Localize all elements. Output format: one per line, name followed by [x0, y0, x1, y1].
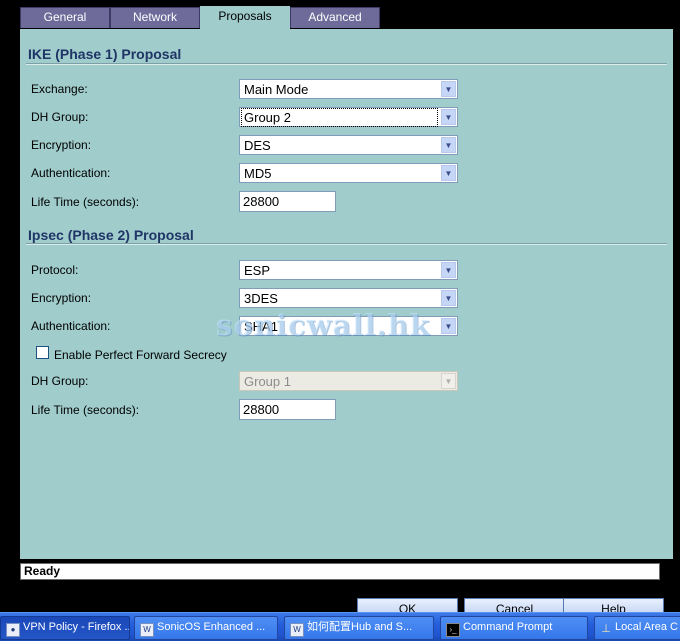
ipsec-protocol-select[interactable]: ESP ▼: [239, 260, 458, 280]
chevron-down-icon[interactable]: ▼: [441, 318, 456, 334]
chevron-down-icon[interactable]: ▼: [441, 81, 456, 97]
taskbar-item-label: SonicOS Enhanced ...: [157, 621, 266, 633]
taskbar-item-label: Command Prompt: [463, 621, 553, 633]
ipsec-authentication-label: Authentication:: [31, 319, 111, 333]
taskbar-item-word-sonicos[interactable]: W SonicOS Enhanced ...: [134, 616, 278, 640]
ipsec-encryption-label: Encryption:: [31, 291, 92, 305]
ike-lifetime-value: 28800: [243, 194, 280, 209]
proposals-panel: IKE (Phase 1) Proposal Exchange: Main Mo…: [20, 29, 673, 559]
chevron-down-icon[interactable]: ▼: [441, 262, 456, 278]
taskbar-item-local-area[interactable]: ⊥ Local Area C: [594, 616, 680, 640]
pfs-checkbox[interactable]: [36, 346, 49, 359]
ike-encryption-select[interactable]: DES ▼: [239, 135, 458, 155]
ipsec-protocol-value: ESP: [244, 263, 271, 278]
ike-section-divider: [26, 63, 667, 65]
chevron-down-icon[interactable]: ▼: [441, 109, 456, 125]
ike-lifetime-input[interactable]: 28800: [239, 191, 336, 212]
status-bar: Ready: [20, 563, 660, 580]
taskbar-item-label: Local Area C: [615, 621, 678, 633]
ipsec-dh-group-select: Group 1 ▼: [239, 371, 458, 391]
ipsec-authentication-select[interactable]: SHA1 ▼: [239, 316, 458, 336]
chevron-down-icon[interactable]: ▼: [441, 290, 456, 306]
taskbar-item-word-hub[interactable]: W 如何配置Hub and S...: [284, 616, 434, 640]
ike-lifetime-label: Life Time (seconds):: [31, 195, 140, 209]
ipsec-lifetime-input[interactable]: 28800: [239, 399, 336, 420]
pfs-label: Enable Perfect Forward Secrecy: [54, 348, 227, 362]
ipsec-lifetime-label: Life Time (seconds):: [31, 403, 140, 417]
tab-proposals[interactable]: Proposals: [200, 6, 290, 30]
ike-encryption-value: DES: [244, 138, 271, 153]
network-connection-icon: ⊥: [601, 623, 611, 635]
taskbar: ● VPN Policy - Firefox ... W SonicOS Enhan…: [0, 612, 680, 641]
ipsec-dh-group-label: DH Group:: [31, 374, 89, 388]
ike-dh-group-label: DH Group:: [31, 110, 89, 124]
ipsec-encryption-value: 3DES: [244, 291, 278, 306]
word-document-icon: W: [290, 623, 304, 637]
ike-exchange-value: Main Mode: [244, 82, 309, 97]
ike-encryption-label: Encryption:: [31, 138, 92, 152]
chevron-down-icon: ▼: [441, 373, 456, 389]
status-text: Ready: [24, 564, 61, 578]
chevron-down-icon[interactable]: ▼: [441, 137, 456, 153]
ipsec-authentication-value: SHA1: [244, 319, 278, 334]
chevron-down-icon[interactable]: ▼: [441, 165, 456, 181]
ipsec-section-divider: [26, 243, 667, 245]
ike-exchange-select[interactable]: Main Mode ▼: [239, 79, 458, 99]
firefox-icon: ●: [6, 623, 20, 637]
ike-dh-group-value: Group 2: [241, 108, 438, 127]
ipsec-encryption-select[interactable]: 3DES ▼: [239, 288, 458, 308]
taskbar-item-label: VPN Policy - Firefox ...: [23, 621, 130, 633]
ipsec-protocol-label: Protocol:: [31, 263, 79, 277]
ipsec-section-title: Ipsec (Phase 2) Proposal: [28, 227, 194, 243]
tab-network[interactable]: Network: [110, 7, 200, 28]
tab-bar: General Network Proposals Advanced: [20, 6, 382, 30]
ipsec-lifetime-value: 28800: [243, 402, 280, 417]
ike-authentication-value: MD5: [244, 166, 272, 181]
taskbar-item-firefox[interactable]: ● VPN Policy - Firefox ...: [0, 616, 130, 640]
ike-section-title: IKE (Phase 1) Proposal: [28, 46, 182, 62]
tab-advanced[interactable]: Advanced: [290, 7, 380, 28]
ike-exchange-label: Exchange:: [31, 82, 88, 96]
tab-general[interactable]: General: [20, 7, 110, 28]
ike-authentication-select[interactable]: MD5 ▼: [239, 163, 458, 183]
word-document-icon: W: [140, 623, 154, 637]
ike-authentication-label: Authentication:: [31, 166, 111, 180]
command-prompt-icon: ›_: [446, 623, 460, 637]
taskbar-item-command-prompt[interactable]: ›_ Command Prompt: [440, 616, 588, 640]
taskbar-item-label: 如何配置Hub and S...: [307, 621, 413, 633]
ipsec-dh-group-value: Group 1: [244, 374, 291, 389]
ike-dh-group-select[interactable]: Group 2 ▼: [239, 107, 458, 127]
